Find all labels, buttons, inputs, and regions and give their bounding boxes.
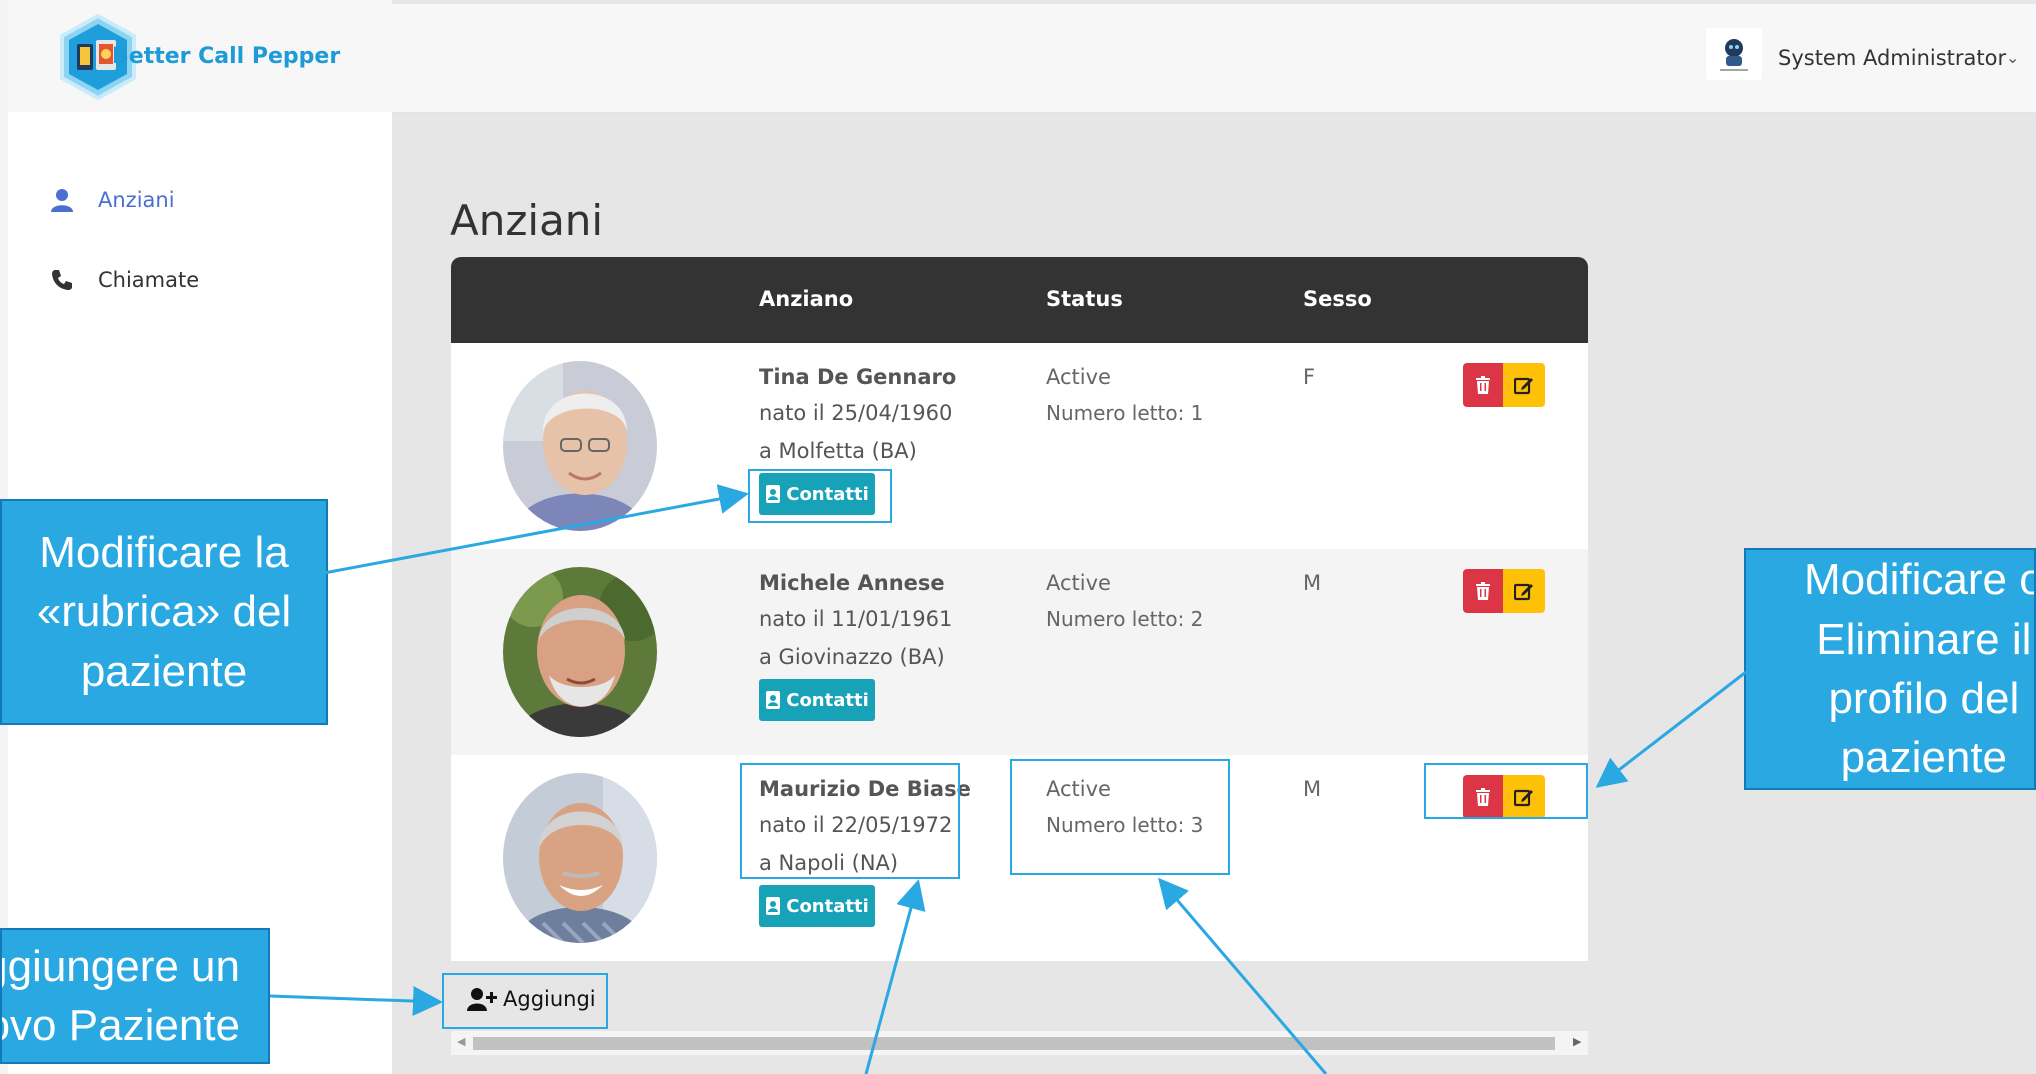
highlight-contatti	[748, 469, 892, 523]
edit-icon	[1514, 377, 1533, 395]
app-window: Better Call Pepper System Administrator …	[0, 0, 2036, 1074]
annotation-callout-rubrica: Modificare la «rubrica» del paziente	[0, 499, 328, 725]
patients-table: Anziano Status Sesso Tina De Gennaro nat	[451, 257, 1588, 1057]
scroll-right-arrow-icon[interactable]: ▶	[1573, 1035, 1581, 1048]
contatti-label: Contatti	[786, 895, 869, 917]
user-menu[interactable]: System Administrator	[1778, 46, 2006, 70]
horizontal-scrollbar[interactable]: ◀ ▶	[451, 1031, 1588, 1055]
annotation-line: «rubrica» del	[36, 587, 292, 637]
chevron-down-icon[interactable]: ⌄	[2006, 48, 2019, 67]
annotation-line: Modificare la	[39, 527, 289, 577]
patient-name: Michele Annese	[759, 571, 945, 595]
robot-avatar-icon	[1720, 39, 1748, 71]
patient-birth-date: nato il 11/01/1961	[759, 607, 953, 631]
patient-sex: M	[1303, 571, 1322, 595]
edit-button[interactable]	[1503, 569, 1545, 613]
annotation-line: paziente	[1840, 733, 2008, 783]
annotation-line: Aggiungere un	[2, 941, 240, 991]
patient-birth-place: a Giovinazzo (BA)	[759, 645, 945, 669]
patient-photo	[503, 361, 657, 531]
table-header: Anziano Status Sesso	[451, 257, 1588, 343]
patient-photo	[503, 567, 657, 737]
user-icon	[48, 186, 76, 214]
sidebar-item-anziani[interactable]: Anziani	[48, 180, 175, 220]
highlight-patient-info	[740, 763, 960, 879]
highlight-status	[1010, 759, 1230, 875]
patient-name: Tina De Gennaro	[759, 365, 957, 389]
column-header-status[interactable]: Status	[1046, 287, 1123, 311]
patient-sex: M	[1303, 777, 1322, 801]
patient-birth-place: a Molfetta (BA)	[759, 439, 917, 463]
trash-icon	[1476, 582, 1490, 600]
annotation-line: paziente	[80, 646, 248, 696]
annotation-line: Modificare o	[1804, 555, 2036, 605]
delete-button[interactable]	[1463, 569, 1503, 613]
brand-name[interactable]: Better Call Pepper	[112, 44, 340, 69]
annotation-line: Nuovo Paziente	[2, 1001, 240, 1050]
sidebar-item-chiamate[interactable]: Chiamate	[48, 260, 199, 300]
patient-birth-date: nato il 25/04/1960	[759, 401, 953, 425]
edit-icon	[1514, 583, 1533, 601]
patient-sex: F	[1303, 365, 1316, 389]
patient-status: Active	[1046, 365, 1111, 389]
annotation-callout-modifica: Modificare o Eliminare il profilo del pa…	[1744, 548, 2036, 790]
sidebar-item-label: Anziani	[98, 188, 175, 212]
annotation-callout-aggiungi: Aggiungere un Nuovo Paziente	[0, 928, 270, 1064]
phone-icon	[48, 266, 76, 294]
contatti-button[interactable]: Contatti	[759, 885, 875, 927]
scroll-left-arrow-icon[interactable]: ◀	[457, 1035, 465, 1048]
patient-photo	[503, 773, 657, 943]
brand-bar: Better Call Pepper	[8, 0, 392, 112]
delete-button[interactable]	[1463, 363, 1503, 407]
page-title: Anziani	[450, 196, 604, 246]
highlight-actions	[1424, 763, 1588, 819]
table-row: Michele Annese nato il 11/01/1961 a Giov…	[451, 549, 1588, 755]
trash-icon	[1476, 376, 1490, 394]
user-avatar[interactable]	[1706, 28, 1762, 80]
table-row: Tina De Gennaro nato il 25/04/1960 a Mol…	[451, 343, 1588, 549]
highlight-add	[442, 973, 608, 1029]
annotation-line: Eliminare il	[1816, 614, 2032, 664]
address-book-icon	[766, 897, 781, 915]
annotation-arrow	[1595, 670, 1747, 788]
patient-bed-number: Numero letto: 2	[1046, 607, 1204, 631]
patient-bed-number: Numero letto: 1	[1046, 401, 1204, 425]
scrollbar-thumb[interactable]	[473, 1037, 1555, 1050]
column-header-sesso[interactable]: Sesso	[1303, 287, 1372, 311]
edit-button[interactable]	[1503, 363, 1545, 407]
sidebar-item-label: Chiamate	[98, 268, 200, 292]
address-book-icon	[766, 691, 781, 709]
contatti-button[interactable]: Contatti	[759, 679, 875, 721]
patient-status: Active	[1046, 571, 1111, 595]
annotation-line: profilo del	[1828, 674, 2020, 723]
column-header-anziano[interactable]: Anziano	[759, 287, 853, 311]
contatti-label: Contatti	[786, 689, 869, 711]
